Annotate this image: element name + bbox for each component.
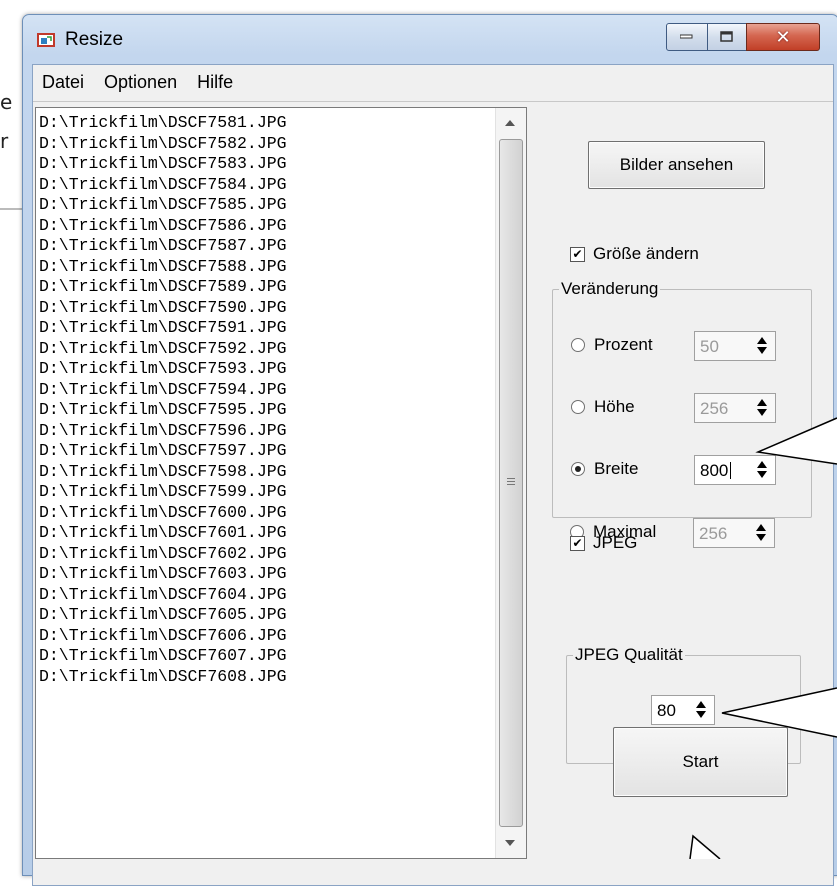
callout-width-arrow — [755, 417, 837, 465]
annotation-callouts — [689, 417, 837, 859]
callout-jpeg-arrow — [721, 687, 837, 738]
callout-start-arrow — [689, 834, 721, 859]
